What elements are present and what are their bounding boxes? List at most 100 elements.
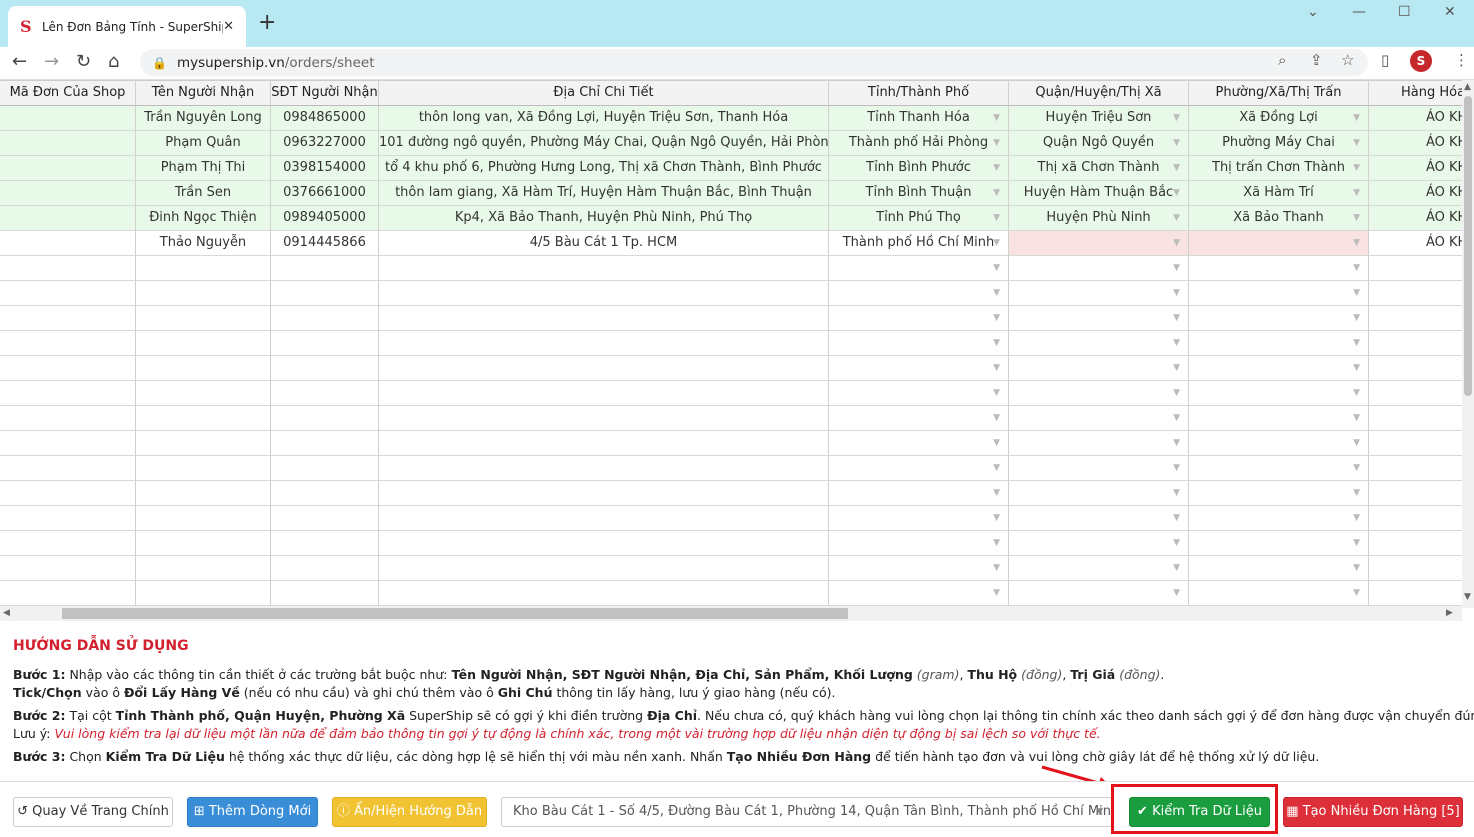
cell-ward[interactable]: Xã Hàm Trí ▼ <box>1189 181 1369 206</box>
cell-goods[interactable]: ÁO KH <box>1369 231 1462 256</box>
cell-ward[interactable]: ▼ <box>1189 531 1369 556</box>
cell-phone[interactable] <box>271 281 379 306</box>
dropdown-arrow-icon[interactable]: ▼ <box>1353 306 1360 330</box>
dropdown-arrow-icon[interactable]: ▼ <box>1173 156 1180 180</box>
cell-district[interactable]: ▼ <box>1009 581 1189 606</box>
cell-goods[interactable] <box>1369 356 1462 381</box>
col-header-ward[interactable]: Phường/Xã/Thị Trấn <box>1189 81 1369 106</box>
cell-address[interactable] <box>379 256 829 281</box>
dropdown-arrow-icon[interactable]: ▼ <box>1353 131 1360 155</box>
dropdown-arrow-icon[interactable]: ▼ <box>1173 381 1180 405</box>
cell-address[interactable] <box>379 406 829 431</box>
cell-province[interactable]: ▼ <box>829 431 1009 456</box>
cell-province[interactable]: ▼ <box>829 306 1009 331</box>
col-header-name[interactable]: Tên Người Nhận <box>136 81 271 106</box>
cell-phone[interactable]: 0989405000 <box>271 206 379 231</box>
back-icon[interactable]: ← <box>12 51 27 72</box>
close-tab-icon[interactable]: ✕ <box>223 19 234 34</box>
dropdown-arrow-icon[interactable]: ▼ <box>993 231 1000 255</box>
cell-goods[interactable]: ÁO KH <box>1369 181 1462 206</box>
dropdown-arrow-icon[interactable]: ▼ <box>1173 281 1180 305</box>
cell-address[interactable] <box>379 531 829 556</box>
cell-province[interactable]: Tỉnh Phú Thọ ▼ <box>829 206 1009 231</box>
dropdown-arrow-icon[interactable]: ▼ <box>993 331 1000 355</box>
cell-phone[interactable]: 0376661000 <box>271 181 379 206</box>
dropdown-arrow-icon[interactable]: ▼ <box>993 131 1000 155</box>
cell-shop-code[interactable] <box>0 106 136 131</box>
cell-name[interactable]: Phạm Thị Thi <box>136 156 271 181</box>
dropdown-arrow-icon[interactable]: ▼ <box>1353 531 1360 555</box>
cell-shop-code[interactable] <box>0 506 136 531</box>
cell-phone[interactable] <box>271 581 379 606</box>
vertical-scrollbar[interactable]: ▲ ▼ <box>1462 80 1474 608</box>
dropdown-arrow-icon[interactable]: ▼ <box>1353 381 1360 405</box>
dropdown-arrow-icon[interactable]: ▼ <box>1353 231 1360 255</box>
back-home-button[interactable]: ↺ Quay Về Trang Chính <box>13 797 173 827</box>
cell-shop-code[interactable] <box>0 406 136 431</box>
dropdown-arrow-icon[interactable]: ▼ <box>993 206 1000 230</box>
cell-shop-code[interactable] <box>0 306 136 331</box>
cell-district[interactable]: ▼ <box>1009 306 1189 331</box>
scroll-right-icon[interactable]: ▶ <box>1446 608 1453 618</box>
dropdown-arrow-icon[interactable]: ▼ <box>1353 406 1360 430</box>
cell-name[interactable] <box>136 256 271 281</box>
cell-name[interactable] <box>136 331 271 356</box>
col-header-district[interactable]: Quận/Huyện/Thị Xã <box>1009 81 1189 106</box>
dropdown-arrow-icon[interactable]: ▼ <box>1353 156 1360 180</box>
cell-address[interactable] <box>379 481 829 506</box>
cell-address[interactable] <box>379 381 829 406</box>
omnibox[interactable]: 🔒 mysupership.vn/orders/sheet <box>140 49 1368 76</box>
dropdown-arrow-icon[interactable]: ▼ <box>1173 256 1180 280</box>
cell-ward[interactable]: ▼ <box>1189 556 1369 581</box>
cell-goods[interactable]: ÁO KH <box>1369 156 1462 181</box>
reload-icon[interactable]: ↻ <box>76 51 91 72</box>
cell-phone[interactable]: 0984865000 <box>271 106 379 131</box>
cell-ward[interactable]: ▼ <box>1189 506 1369 531</box>
cell-name[interactable] <box>136 431 271 456</box>
dropdown-arrow-icon[interactable]: ▼ <box>1173 131 1180 155</box>
window-close-icon[interactable]: ✕ <box>1444 4 1456 20</box>
col-header-goods[interactable]: Hàng Hóa <box>1369 81 1462 106</box>
cell-phone[interactable] <box>271 381 379 406</box>
cell-province[interactable]: ▼ <box>829 281 1009 306</box>
dropdown-arrow-icon[interactable]: ▼ <box>1353 331 1360 355</box>
cell-ward[interactable]: ▼ <box>1189 406 1369 431</box>
cell-province[interactable]: ▼ <box>829 581 1009 606</box>
cell-province[interactable]: ▼ <box>829 406 1009 431</box>
create-orders-button[interactable]: ▦ Tạo Nhiều Đơn Hàng [5] <box>1283 797 1463 827</box>
cell-shop-code[interactable] <box>0 531 136 556</box>
cell-province[interactable]: ▼ <box>829 256 1009 281</box>
cell-province[interactable]: Tỉnh Thanh Hóa ▼ <box>829 106 1009 131</box>
minimize-icon[interactable]: — <box>1352 4 1366 20</box>
cell-ward[interactable]: ▼ <box>1189 381 1369 406</box>
cell-province[interactable]: Tỉnh Bình Thuận ▼ <box>829 181 1009 206</box>
dropdown-arrow-icon[interactable]: ▼ <box>1353 506 1360 530</box>
cell-address[interactable]: Kp4, Xã Bảo Thanh, Huyện Phù Ninh, Phú T… <box>379 206 829 231</box>
cell-shop-code[interactable] <box>0 256 136 281</box>
cell-shop-code[interactable] <box>0 131 136 156</box>
cell-goods[interactable] <box>1369 306 1462 331</box>
cell-ward[interactable]: Thị trấn Chơn Thành ▼ <box>1189 156 1369 181</box>
cell-goods[interactable] <box>1369 581 1462 606</box>
cell-province[interactable]: Tỉnh Bình Phước ▼ <box>829 156 1009 181</box>
dropdown-arrow-icon[interactable]: ▼ <box>1353 431 1360 455</box>
dropdown-arrow-icon[interactable]: ▼ <box>1353 281 1360 305</box>
cell-shop-code[interactable] <box>0 456 136 481</box>
cell-goods[interactable] <box>1369 506 1462 531</box>
cell-shop-code[interactable] <box>0 206 136 231</box>
cell-phone[interactable] <box>271 481 379 506</box>
cell-address[interactable] <box>379 431 829 456</box>
scroll-down-icon[interactable]: ▼ <box>1464 592 1471 602</box>
cell-goods[interactable] <box>1369 556 1462 581</box>
cell-ward[interactable]: ▼ <box>1189 306 1369 331</box>
cell-goods[interactable] <box>1369 431 1462 456</box>
dropdown-arrow-icon[interactable]: ▼ <box>1353 106 1360 130</box>
home-icon[interactable]: ⌂ <box>108 51 119 72</box>
col-header-address[interactable]: Địa Chỉ Chi Tiết <box>379 81 829 106</box>
cell-phone[interactable] <box>271 556 379 581</box>
dropdown-arrow-icon[interactable]: ▼ <box>1173 181 1180 205</box>
bookmark-star-icon[interactable]: ☆ <box>1341 51 1354 69</box>
cell-district[interactable]: ▼ <box>1009 431 1189 456</box>
cell-phone[interactable] <box>271 356 379 381</box>
cell-name[interactable] <box>136 481 271 506</box>
